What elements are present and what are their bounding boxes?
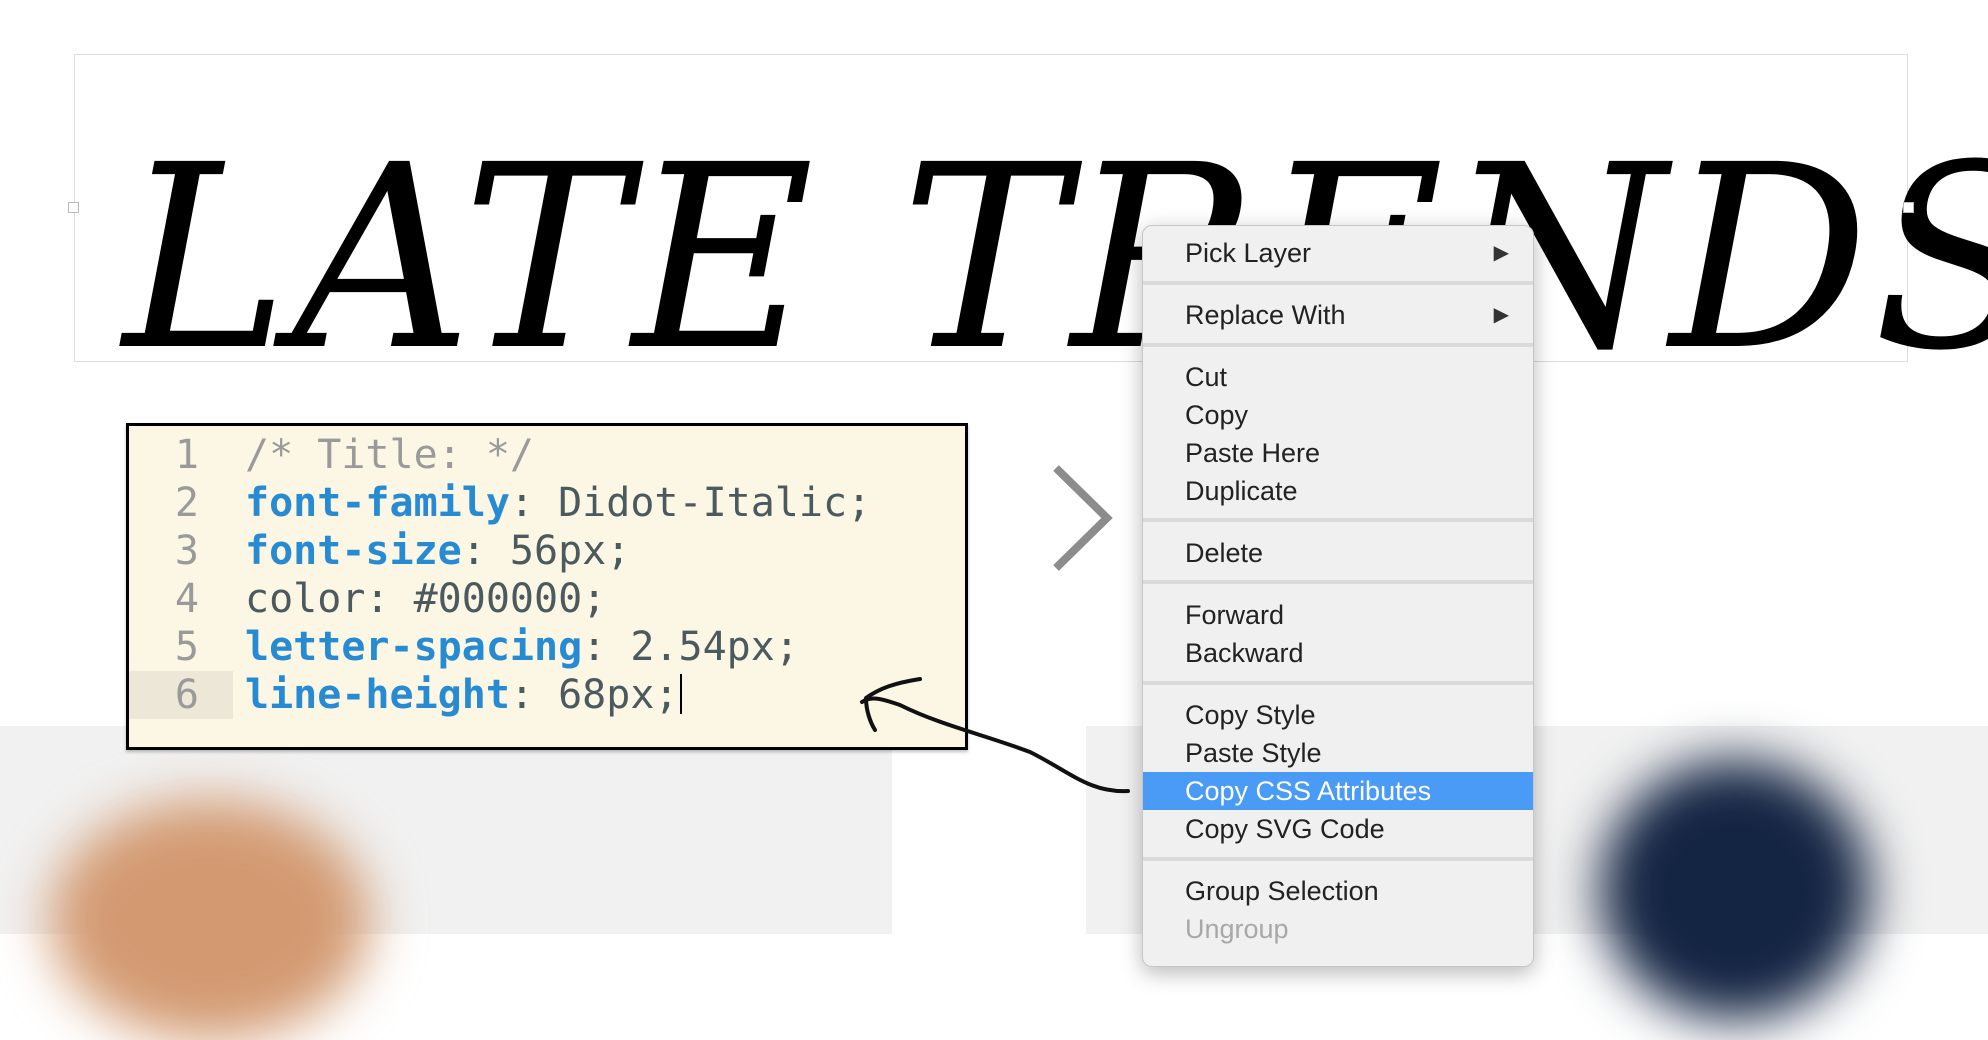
css-code-editor[interactable]: 1 /* Title: */ 2 font-family: Didot-Ital… [126,423,968,750]
menu-item-copy-css-attributes[interactable]: Copy CSS Attributes [1143,772,1533,810]
css-property: letter-spacing [245,624,583,670]
code-comment: /* Title: */ [245,432,534,478]
submenu-arrow-icon: ▶ [1493,242,1509,264]
menu-separator [1143,281,1533,285]
code-line: 3 font-size: 56px; [129,527,965,575]
css-property: font-size [245,528,462,574]
menu-item-paste-here[interactable]: Paste Here [1143,434,1533,472]
menu-item-replace-with[interactable]: Replace With ▶ [1143,296,1533,334]
code-line: 4 color: #000000; [129,575,965,623]
menu-separator [1143,343,1533,347]
css-value: : 56px; [461,528,631,574]
css-property: line-height [245,672,510,718]
title-text-box[interactable]: LATE TRENDS [74,54,1988,385]
menu-item-copy-svg-code[interactable]: Copy SVG Code [1143,810,1533,848]
css-declaration: color: #000000; [245,576,607,622]
line-number: 6 [129,671,233,719]
menu-separator [1143,580,1533,584]
menu-separator [1143,681,1533,685]
line-number: 5 [174,624,199,670]
menu-item-paste-style[interactable]: Paste Style [1143,734,1533,772]
menu-separator [1143,857,1533,861]
code-line: 1 /* Title: */ [129,431,965,479]
menu-item-backward[interactable]: Backward [1143,634,1533,672]
blurred-image-navy [1600,760,1870,1020]
line-number: 1 [174,432,199,478]
chevron-right-icon [1053,465,1113,571]
code-line-active: 6 line-height: 68px; [129,671,965,719]
line-number: 3 [174,528,199,574]
title-text[interactable]: LATE TRENDS [123,131,1988,385]
css-value: : 68px; [509,672,679,718]
resize-handle-right[interactable] [1903,202,1914,213]
menu-item-copy-style[interactable]: Copy Style [1143,696,1533,734]
menu-separator [1143,518,1533,522]
resize-handle-left[interactable] [68,202,79,213]
css-value: : Didot-Italic; [509,480,872,526]
menu-item-copy[interactable]: Copy [1143,396,1533,434]
text-caret [680,674,683,714]
css-value: : 2.54px; [582,624,799,670]
line-number: 2 [174,480,199,526]
menu-item-group-selection[interactable]: Group Selection [1143,872,1533,910]
submenu-arrow-icon: ▶ [1493,304,1509,326]
code-line: 5 letter-spacing: 2.54px; [129,623,965,671]
menu-item-forward[interactable]: Forward [1143,596,1533,634]
line-number: 4 [174,576,199,622]
context-menu: Pick Layer ▶ Replace With ▶ Cut Copy Pas… [1142,225,1534,967]
menu-item-cut[interactable]: Cut [1143,358,1533,396]
menu-item-ungroup: Ungroup [1185,914,1289,944]
css-property: font-family [245,480,510,526]
blurred-image-orange [50,800,370,1040]
menu-item-pick-layer[interactable]: Pick Layer ▶ [1143,234,1533,272]
menu-item-delete[interactable]: Delete [1143,534,1533,572]
code-line: 2 font-family: Didot-Italic; [129,479,965,527]
menu-item-duplicate[interactable]: Duplicate [1143,472,1533,510]
